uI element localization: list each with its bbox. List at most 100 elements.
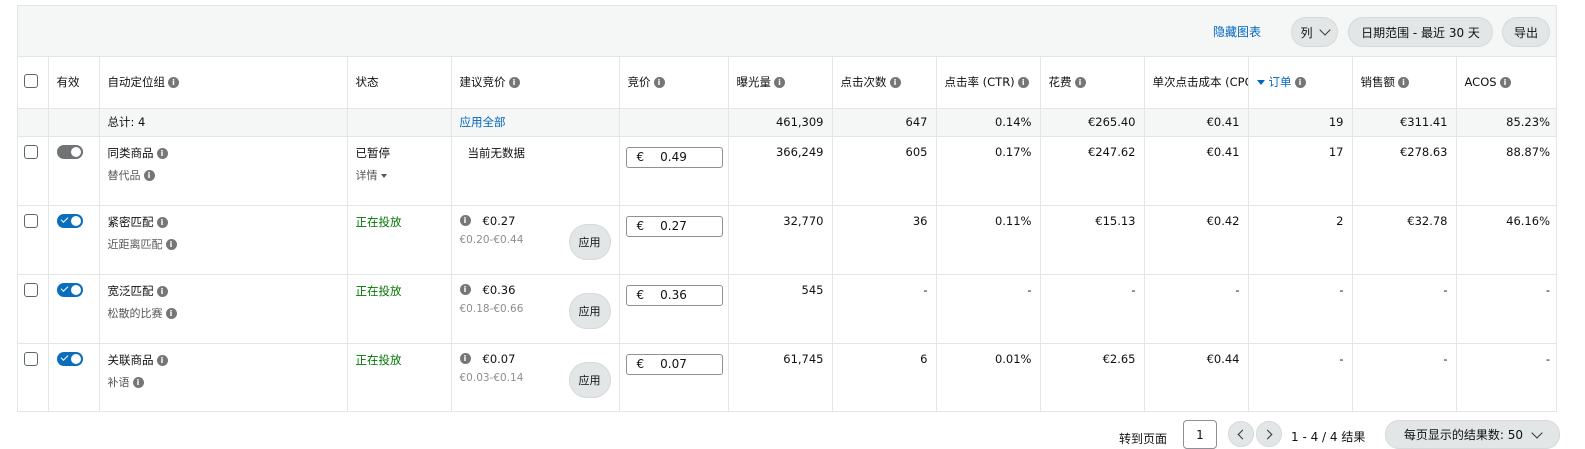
acos-cell: 46.16% <box>1456 205 1556 275</box>
row-select-cell <box>18 274 49 344</box>
hide-chart-link[interactable]: 隐藏图表 <box>1213 23 1261 40</box>
bid-input[interactable]: €0.36 <box>625 284 723 306</box>
suggested-bid-value: €0.07 <box>482 351 516 366</box>
group-subtitle: 松散的比赛 <box>107 306 163 320</box>
info-icon[interactable]: i <box>459 215 471 226</box>
apply-all-link[interactable]: 应用全部 <box>460 115 506 129</box>
apply-button[interactable]: 应用 <box>568 292 611 329</box>
info-icon[interactable]: i <box>508 77 520 89</box>
col-bid[interactable]: 竞价 i <box>619 57 729 109</box>
group-cell: 紧密匹配 i 近距离匹配 i <box>99 205 348 275</box>
info-icon[interactable]: i <box>1398 77 1409 89</box>
info-icon[interactable]: i <box>459 353 471 364</box>
total-cell-empty <box>18 108 49 137</box>
info-icon[interactable]: i <box>168 77 179 89</box>
table-row: 宽泛匹配 i 松散的比赛 i 正在投放 i €0.36 €0.18-€0.66 应用 … <box>18 274 1556 344</box>
date-range-button[interactable]: 日期范围 - 最近 30 天 <box>1348 17 1493 47</box>
goto-page-label: 转到页面 <box>1119 432 1168 446</box>
impressions-cell: 61,745 <box>728 343 833 411</box>
orders-cell: 17 <box>1248 136 1353 206</box>
row-checkbox[interactable] <box>24 351 38 366</box>
prev-page-button[interactable] <box>1228 421 1254 447</box>
row-toggle-cell <box>48 136 100 206</box>
apply-button[interactable]: 应用 <box>568 361 611 398</box>
col-status[interactable]: 状态 <box>347 57 452 109</box>
ctr-cell: 0.11% <box>936 205 1041 275</box>
impressions-cell: 32,770 <box>728 205 833 275</box>
total-label: 总计: 4 <box>99 108 348 137</box>
info-icon[interactable]: i <box>165 239 177 250</box>
col-spend-label: 花费 <box>1048 75 1072 90</box>
col-ctr-label: 点击率 (CTR) <box>944 75 1015 90</box>
total-spend: €265.40 <box>1040 108 1145 137</box>
enable-toggle[interactable] <box>56 213 83 228</box>
currency-symbol: € <box>636 150 645 164</box>
col-suggested-bid-label: 建议竞价 <box>459 75 506 90</box>
currency-symbol: € <box>636 357 645 371</box>
info-icon[interactable]: i <box>156 354 168 366</box>
results-per-page-select[interactable]: 每页显示的结果数: 50 <box>1385 420 1560 449</box>
apply-button[interactable]: 应用 <box>568 223 611 260</box>
spend-cell: €2.65 <box>1040 343 1145 411</box>
clicks-cell: 36 <box>832 205 937 275</box>
col-clicks[interactable]: 点击次数 i <box>832 57 937 109</box>
ctr-cell: 0.17% <box>936 136 1041 206</box>
acos-cell: - <box>1456 274 1556 344</box>
info-icon[interactable]: i <box>1017 77 1029 89</box>
bid-input[interactable]: €0.49 <box>625 146 723 168</box>
info-icon[interactable]: i <box>774 77 785 89</box>
export-button[interactable]: 导出 <box>1502 17 1550 47</box>
table-toolbar: 隐藏图表 列 日期范围 - 最近 30 天 导出 <box>18 6 1556 57</box>
info-icon[interactable]: i <box>156 147 168 159</box>
group-name: 关联商品 <box>107 352 154 367</box>
col-impressions[interactable]: 曝光量 i <box>728 57 833 109</box>
bid-value: 0.49 <box>660 150 687 164</box>
col-orders[interactable]: 订单 i <box>1248 57 1353 109</box>
row-checkbox[interactable] <box>24 144 38 159</box>
page-number-input[interactable]: 1 <box>1183 420 1217 449</box>
enable-toggle[interactable] <box>56 144 83 159</box>
col-acos[interactable]: ACOS i <box>1456 57 1556 109</box>
info-icon[interactable]: i <box>1074 77 1086 89</box>
col-sales[interactable]: 销售额 i <box>1352 57 1457 109</box>
table-row: 紧密匹配 i 近距离匹配 i 正在投放 i €0.27 €0.20-€0.44 应用 … <box>18 205 1556 275</box>
info-icon[interactable]: i <box>1499 77 1511 89</box>
info-icon[interactable]: i <box>156 285 168 297</box>
currency-symbol: € <box>636 288 645 302</box>
select-all-cell <box>18 57 49 109</box>
info-icon[interactable]: i <box>459 284 471 295</box>
bid-input[interactable]: €0.07 <box>625 353 723 375</box>
bid-input[interactable]: €0.27 <box>625 215 723 237</box>
info-icon[interactable]: i <box>143 170 155 181</box>
select-all-checkbox[interactable] <box>24 73 38 88</box>
bid-cell: €0.36 <box>619 274 729 344</box>
row-checkbox[interactable] <box>24 213 38 228</box>
col-cpc[interactable]: 单次点击成本 (CPC) <box>1144 57 1249 109</box>
columns-button[interactable]: 列 <box>1291 17 1338 47</box>
next-page-button[interactable] <box>1256 421 1282 447</box>
info-icon[interactable]: i <box>653 77 665 89</box>
enable-toggle[interactable] <box>56 351 83 366</box>
total-row: 总计: 4 应用全部 461,309 647 0.14% €265.40 €0.… <box>18 108 1556 137</box>
clicks-cell: 605 <box>832 136 937 206</box>
total-cell-empty <box>48 108 100 137</box>
status-details-toggle[interactable]: 详情 <box>356 167 443 183</box>
col-active[interactable]: 有效 <box>48 57 100 109</box>
info-icon[interactable]: i <box>1294 77 1306 89</box>
enable-toggle[interactable] <box>56 282 83 297</box>
row-select-cell <box>18 205 49 275</box>
col-ctr[interactable]: 点击率 (CTR) i <box>936 57 1041 109</box>
status-text: 已暂停 <box>355 145 391 160</box>
col-group[interactable]: 自动定位组 i <box>99 57 348 109</box>
row-checkbox[interactable] <box>24 282 38 297</box>
info-icon[interactable]: i <box>156 216 168 228</box>
status-details-label: 详情 <box>355 168 378 182</box>
suggested-bid-value: €0.27 <box>482 213 516 228</box>
col-spend[interactable]: 花费 i <box>1040 57 1145 109</box>
info-icon[interactable]: i <box>889 77 901 89</box>
info-icon[interactable]: i <box>132 377 144 388</box>
col-suggested-bid[interactable]: 建议竞价 i <box>451 57 620 109</box>
info-icon[interactable]: i <box>165 308 177 319</box>
ctr-cell: 0.01% <box>936 343 1041 411</box>
col-clicks-label: 点击次数 <box>840 75 887 90</box>
